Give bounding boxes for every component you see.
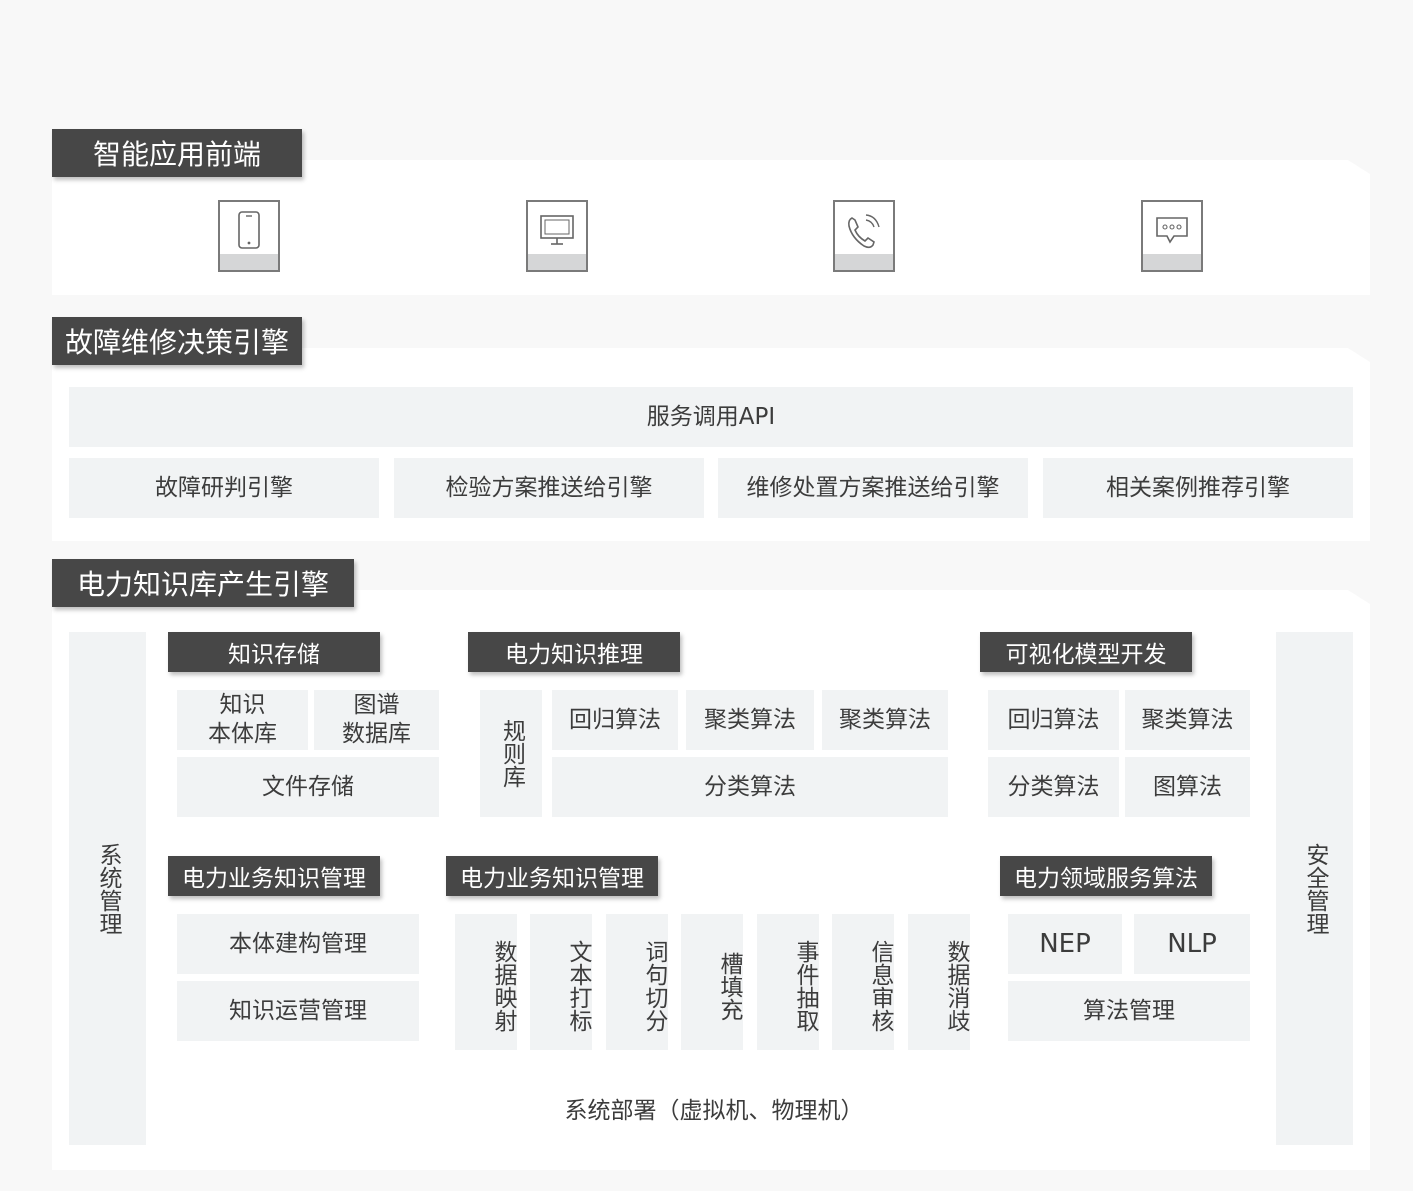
visual-regression-algo[interactable]: 回归算法: [988, 690, 1119, 750]
algorithm-management[interactable]: 算法管理: [1008, 981, 1250, 1041]
reasoning-clustering-algo-2[interactable]: 聚类算法: [822, 690, 948, 750]
file-storage[interactable]: 文件存储: [177, 757, 439, 817]
phone-icon[interactable]: [218, 200, 280, 272]
information-review[interactable]: 信息审核: [832, 914, 894, 1050]
data-disambiguation[interactable]: 数据消歧: [908, 914, 970, 1050]
text-labeling[interactable]: 文本打标: [530, 914, 592, 1050]
biz-knowledge-mgmt-a-title: 电力业务知识管理: [168, 856, 380, 896]
visual-graph-algo[interactable]: 图算法: [1125, 757, 1250, 817]
system-management-column[interactable]: 系统管理: [69, 632, 146, 1145]
frontend-title: 智能应用前端: [52, 129, 302, 177]
fault-engine-title: 故障维修决策引擎: [52, 317, 302, 365]
visual-model-title: 可视化模型开发: [980, 632, 1192, 672]
reasoning-clustering-algo-1[interactable]: 聚类算法: [686, 690, 814, 750]
nlp-module[interactable]: NLP: [1134, 914, 1250, 974]
graph-database[interactable]: 图谱 数据库: [314, 690, 439, 750]
knowledge-operation-mgmt[interactable]: 知识运营管理: [177, 981, 419, 1041]
ontology-construction-mgmt[interactable]: 本体建构管理: [177, 914, 419, 974]
security-management-column[interactable]: 安全管理: [1276, 632, 1353, 1145]
visual-classification-algo[interactable]: 分类算法: [988, 757, 1119, 817]
reasoning-title: 电力知识推理: [468, 632, 680, 672]
knowledge-engine-title: 电力知识库产生引擎: [52, 559, 354, 607]
ontology-library[interactable]: 知识 本体库: [177, 690, 308, 750]
nep-module[interactable]: NEP: [1008, 914, 1122, 974]
service-api-bar[interactable]: 服务调用API: [69, 387, 1353, 447]
engine-repair-plan[interactable]: 维修处置方案推送给引擎: [718, 458, 1028, 518]
call-icon[interactable]: [833, 200, 895, 272]
slot-filling[interactable]: 槽填充: [681, 914, 743, 1050]
rule-library[interactable]: 规则库: [480, 690, 542, 817]
chat-bubble-icon[interactable]: [1141, 200, 1203, 272]
domain-algo-title: 电力领域服务算法: [1000, 856, 1212, 896]
biz-knowledge-mgmt-b-title: 电力业务知识管理: [446, 856, 658, 896]
engine-case-recommend[interactable]: 相关案例推荐引擎: [1043, 458, 1353, 518]
engine-inspection-plan[interactable]: 检验方案推送给引擎: [394, 458, 704, 518]
visual-clustering-algo[interactable]: 聚类算法: [1125, 690, 1250, 750]
event-extraction[interactable]: 事件抽取: [757, 914, 819, 1050]
data-mapping[interactable]: 数据映射: [455, 914, 517, 1050]
system-deployment-label: 系统部署（虚拟机、物理机）: [564, 1098, 864, 1125]
monitor-icon[interactable]: [526, 200, 588, 272]
storage-title: 知识存储: [168, 632, 380, 672]
reasoning-classification-algo[interactable]: 分类算法: [552, 757, 948, 817]
word-segmentation[interactable]: 词句切分: [606, 914, 668, 1050]
engine-fault-diagnosis[interactable]: 故障研判引擎: [69, 458, 379, 518]
reasoning-regression-algo[interactable]: 回归算法: [552, 690, 678, 750]
